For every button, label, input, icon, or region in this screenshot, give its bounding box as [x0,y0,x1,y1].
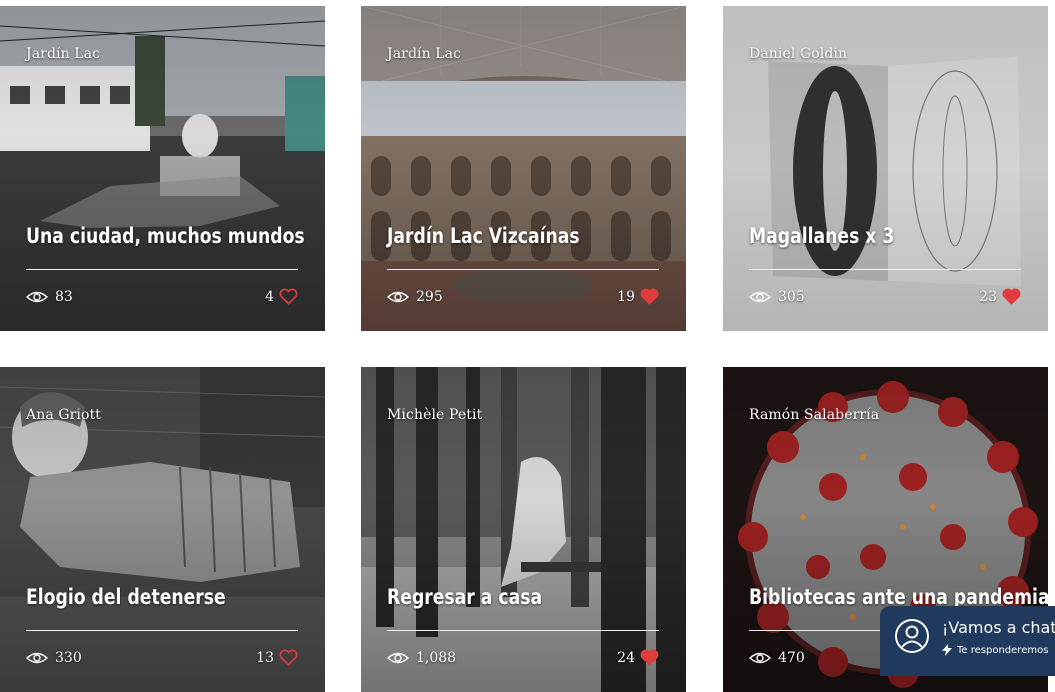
chat-title: ¡Vamos a chat [942,618,1055,637]
divider [26,269,298,270]
eye-icon [749,291,771,303]
post-card-3[interactable]: Daniel Goldin Magallanes x 3 305 23 [723,6,1048,331]
post-author[interactable]: Jardín Lac [387,46,461,62]
view-count-value: 470 [778,650,805,666]
divider [387,630,659,631]
post-title[interactable]: Magallanes x 3 [749,224,978,248]
user-avatar-icon [895,619,929,653]
post-card-5[interactable]: Michèle Petit Regresar a casa 1,088 24 [361,367,686,692]
like-button[interactable]: 13 [256,649,298,666]
heart-icon[interactable] [279,649,298,666]
view-count-value: 305 [778,289,805,305]
post-author[interactable]: Michèle Petit [387,407,482,423]
post-card-1[interactable]: Jardín Lac Una ciudad, muchos mundos 83 … [0,6,325,331]
view-count: 470 [749,650,805,666]
like-count-value: 4 [265,288,274,305]
like-button[interactable]: 23 [979,288,1021,305]
like-button[interactable]: 19 [617,288,659,305]
post-card-4[interactable]: Ana Griott Elogio del detenerse 330 13 [0,367,325,692]
divider [387,269,659,270]
eye-icon [26,291,48,303]
like-count-value: 24 [617,649,635,666]
like-button[interactable]: 4 [265,288,298,305]
eye-icon [387,291,409,303]
heart-icon[interactable] [640,649,659,666]
like-button[interactable]: 24 [617,649,659,666]
post-author[interactable]: Jardín Lac [26,46,100,62]
post-title[interactable]: Jardín Lac Vizcaínas [387,224,616,248]
view-count: 83 [26,289,73,305]
view-count: 1,088 [387,650,456,666]
post-author[interactable]: Ramón Salaberría [749,407,879,423]
heart-icon[interactable] [279,288,298,305]
eye-icon [26,652,48,664]
view-count-value: 330 [55,650,82,666]
chat-subtitle-text: Te responderemos [957,644,1049,656]
lightning-icon [942,644,952,656]
eye-icon [387,652,409,664]
post-author[interactable]: Ana Griott [26,407,101,423]
view-count-value: 1,088 [416,650,457,666]
post-author[interactable]: Daniel Goldin [749,46,847,62]
chat-subtitle: Te responderemos [942,644,1048,656]
view-count-value: 295 [416,289,443,305]
post-title[interactable]: Una ciudad, muchos mundos [26,224,305,248]
post-title[interactable]: Regresar a casa [387,585,616,609]
eye-icon [749,652,771,664]
view-count-value: 83 [55,289,73,305]
like-count-value: 23 [979,288,997,305]
post-card-2[interactable]: Jardín Lac Jardín Lac Vizcaínas 295 19 [361,6,686,331]
view-count: 305 [749,289,805,305]
heart-icon[interactable] [640,288,659,305]
divider [26,630,298,631]
divider [749,269,1021,270]
view-count: 330 [26,650,82,666]
like-count-value: 13 [256,649,274,666]
like-count-value: 19 [617,288,635,305]
heart-icon[interactable] [1002,288,1021,305]
post-title[interactable]: Elogio del detenerse [26,585,255,609]
view-count: 295 [387,289,443,305]
